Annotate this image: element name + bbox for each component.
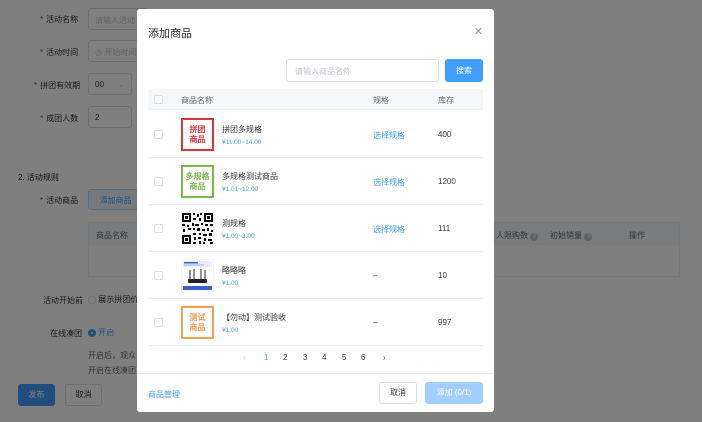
table-header: 商品名称 规格 库存: [148, 89, 483, 110]
row-checkbox[interactable]: [154, 130, 163, 139]
table-row[interactable]: 拼团 商品 拼团多规格 ¥11.00~14.00 选择规格 400: [148, 111, 483, 158]
goods-management-link[interactable]: 商品管理: [148, 389, 180, 400]
select-spec-link[interactable]: 选择规格: [373, 224, 405, 235]
page-2[interactable]: 2: [283, 353, 287, 362]
product-stock: 997: [438, 318, 452, 327]
product-price: ¥1.01~12.00: [222, 186, 259, 193]
close-icon[interactable]: ✕: [474, 25, 483, 38]
footer-divider: [137, 373, 494, 374]
table-row[interactable]: 略略略 ¥1.00 – 10: [148, 252, 483, 299]
select-all-checkbox[interactable]: [154, 95, 163, 104]
goods-search-input[interactable]: 请输入商品名称: [286, 59, 439, 82]
dialog-title: 添加商品: [148, 28, 192, 40]
product-stock: 111: [438, 224, 451, 233]
dialog-cancel-button[interactable]: 取消: [379, 382, 417, 404]
spec-empty: –: [373, 318, 378, 327]
qr-code-thumbnail: [181, 212, 214, 245]
col-name: 商品名称: [181, 96, 213, 105]
product-price: ¥1.00: [222, 327, 239, 334]
product-stock: 400: [438, 130, 452, 139]
select-spec-link[interactable]: 选择规格: [373, 177, 405, 188]
page-6[interactable]: 6: [361, 353, 365, 362]
product-stock: 1200: [438, 177, 456, 186]
row-checkbox[interactable]: [154, 177, 163, 186]
table-row[interactable]: 多规格 商品 多规格测试商品 ¥1.01~12.00 选择规格 1200: [148, 158, 483, 205]
product-name: 多规格测试商品: [222, 172, 278, 181]
tag-multispec: 多规格 商品: [181, 165, 214, 198]
page-3[interactable]: 3: [303, 353, 307, 362]
spec-empty: –: [373, 271, 378, 280]
tag-test: 测试 商品: [181, 306, 214, 339]
prev-page-icon[interactable]: ‹: [243, 353, 246, 362]
product-stock: 10: [438, 271, 447, 280]
product-name: 拼团多规格: [222, 125, 262, 134]
page-1[interactable]: 1: [264, 353, 268, 362]
router-product-image: [180, 258, 215, 293]
dialog-add-button[interactable]: 添加 (0/1): [425, 382, 483, 404]
row-checkbox[interactable]: [154, 271, 163, 280]
product-price: ¥1.00~3.00: [222, 233, 255, 240]
product-price: ¥1.00: [222, 280, 239, 287]
next-page-icon[interactable]: ›: [383, 353, 386, 362]
page-4[interactable]: 4: [322, 353, 326, 362]
add-goods-dialog: 添加商品 ✕ 请输入商品名称 搜索 商品名称 规格 库存 拼团 商品 拼团多规格 …: [137, 9, 494, 412]
row-checkbox[interactable]: [154, 224, 163, 233]
row-checkbox[interactable]: [154, 318, 163, 327]
product-name: 【勿动】测试验收: [222, 313, 286, 322]
col-spec: 规格: [373, 96, 389, 105]
tag-pintuan: 拼团 商品: [181, 118, 214, 151]
product-price: ¥11.00~14.00: [222, 139, 262, 146]
col-stock: 库存: [438, 96, 454, 105]
table-row[interactable]: 测规格 ¥1.00~3.00 选择规格 111: [148, 205, 483, 252]
table-row[interactable]: 测试 商品 【勿动】测试验收 ¥1.00 – 997: [148, 299, 483, 346]
page-5[interactable]: 5: [342, 353, 346, 362]
search-button[interactable]: 搜索: [445, 59, 483, 82]
product-name: 测规格: [222, 219, 246, 228]
product-thumbnail: 多规格 商品: [181, 165, 214, 198]
product-thumbnail: 拼团 商品: [181, 118, 214, 151]
product-name: 略略略: [222, 266, 246, 275]
select-spec-link[interactable]: 选择规格: [373, 130, 405, 141]
product-thumbnail: 测试 商品: [181, 306, 214, 339]
